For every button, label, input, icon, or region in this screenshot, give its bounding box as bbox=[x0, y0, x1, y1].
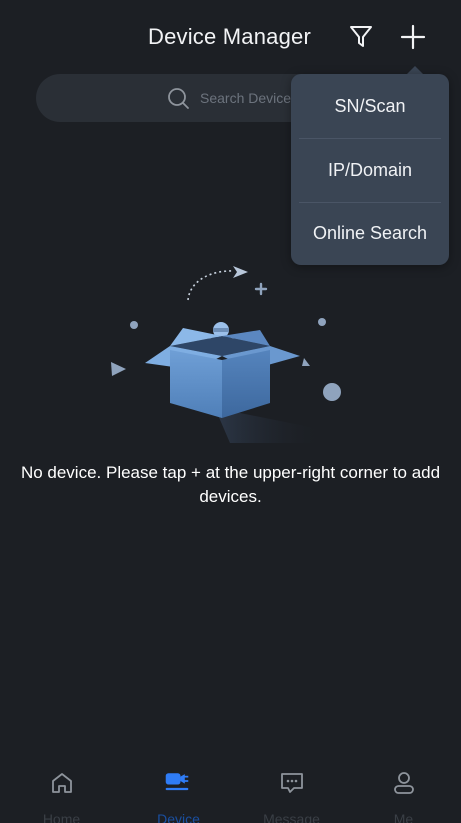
page-title: Device Manager bbox=[148, 24, 311, 49]
tab-me-label: Me bbox=[393, 811, 414, 823]
tab-message-label: Message bbox=[263, 811, 320, 823]
empty-state-message: No device. Please tap + at the upper-rig… bbox=[20, 463, 441, 506]
menu-item-ip-domain[interactable]: IP/Domain bbox=[291, 138, 449, 202]
tab-me[interactable]: Me bbox=[346, 760, 461, 823]
search-icon bbox=[168, 88, 189, 109]
device-camera-icon bbox=[165, 773, 189, 791]
tab-message[interactable]: Message bbox=[234, 760, 349, 823]
add-device-menu: SN/Scan IP/Domain Online Search bbox=[291, 74, 449, 265]
menu-item-online-search[interactable]: Online Search bbox=[291, 202, 449, 265]
home-icon bbox=[52, 773, 72, 793]
tab-home-label: Home bbox=[42, 811, 81, 823]
menu-item-sn-scan[interactable]: SN/Scan bbox=[291, 74, 449, 138]
tab-device[interactable]: Device bbox=[121, 760, 236, 823]
person-icon bbox=[394, 772, 414, 794]
filter-button[interactable] bbox=[348, 24, 374, 50]
bottom-tab-bar: Home Device Message Me bbox=[0, 760, 461, 823]
empty-box-illustration bbox=[111, 266, 341, 443]
header: Device Manager bbox=[0, 0, 461, 78]
add-device-button[interactable] bbox=[400, 24, 426, 50]
tab-home[interactable]: Home bbox=[4, 760, 119, 823]
plus-icon bbox=[400, 24, 426, 50]
tab-device-label: Device bbox=[157, 811, 200, 823]
device-manager-screen: Device Manager SN/Scan IP/Domain Online … bbox=[0, 0, 461, 823]
message-icon bbox=[281, 773, 303, 793]
filter-icon bbox=[350, 26, 372, 47]
